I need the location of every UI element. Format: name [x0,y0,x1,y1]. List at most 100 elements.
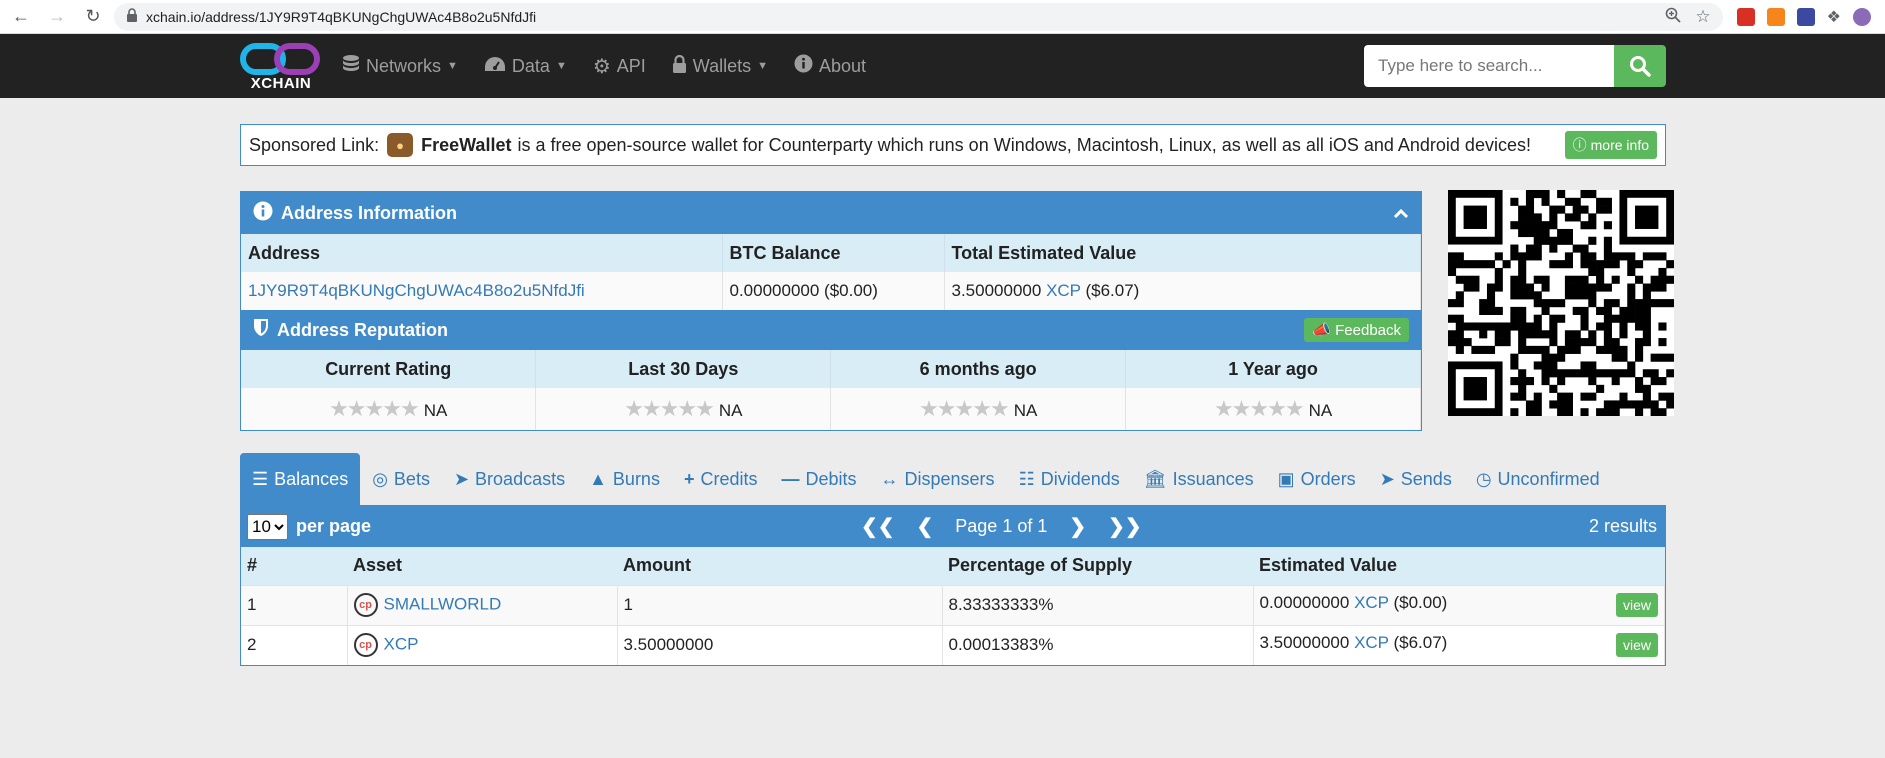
reload-icon[interactable]: ↻ [78,3,108,31]
address-info-header[interactable]: Address Information [241,192,1421,234]
zoom-icon[interactable] [1665,7,1682,26]
xchain-logo[interactable]: XCHAIN [240,41,322,92]
total-value-amount: 3.50000000 [951,281,1042,300]
rating-value: NA [718,401,743,420]
bullhorn-icon: 📣 [1312,322,1331,339]
nav-about-label: About [819,55,867,76]
counterparty-asset-icon: cp [353,593,378,617]
sponsored-prefix: Sponsored Link: [249,134,380,155]
puzzle-extensions-icon[interactable]: ❖ [1827,7,1841,27]
row-amount: 1 [617,584,943,625]
arrows-h-icon: ↔ [880,468,899,489]
address-tabs: ☰ Balances ◎ Bets ➤ Broadcasts ▲ Burns + Cred… [240,453,1666,505]
col-total-value: Total Estimated Value [944,234,1421,272]
nav-data[interactable]: Data ▼ [484,55,567,78]
nav-about[interactable]: About [794,54,866,78]
nav-wallets-label: Wallets [692,55,752,76]
nav-networks[interactable]: Networks ▼ [342,54,458,79]
xcp-link[interactable]: XCP [1046,281,1081,300]
tab-label: Bets [393,468,430,489]
tab-unconfirmed[interactable]: ◷ Unconfirmed [1464,453,1612,505]
brand-text: XCHAIN [250,74,312,92]
pdf-extension-icon[interactable] [1736,7,1755,26]
address-link[interactable]: 1JY9R9T4qBKUNgChgUWAc4B8o2u5NfdJfi [248,281,585,300]
book-icon: ▣ [1277,468,1295,489]
feedback-button[interactable]: 📣 Feedback [1304,318,1409,342]
reputation-table: Current Rating Last 30 Days 6 months ago… [241,350,1421,430]
back-icon[interactable]: ← [6,3,36,31]
address-info-panel: Address Information Address BTC Balance … [240,191,1422,431]
minus-icon: — [781,468,800,489]
balances-table: # Asset Amount Percentage of Supply Esti… [241,547,1665,665]
address-bar[interactable]: xchain.io/address/1JY9R9T4qBKUNgChgUWAc4… [114,2,1723,31]
est-usd: ($0.00) [1393,593,1448,612]
more-info-button[interactable]: ⓘ more info [1564,131,1657,159]
extension-icon[interactable] [1796,7,1815,26]
row-asset: cp XCP [347,624,618,665]
tab-dispensers[interactable]: ↔ Dispensers [869,453,1007,505]
chevron-up-icon[interactable] [1393,203,1409,224]
prev-page-icon[interactable]: ❮ [917,514,934,539]
database-icon [342,54,360,79]
nav-data-label: Data [511,55,550,76]
est-amount: 0.00000000 [1259,593,1350,612]
per-page-label: per page [296,516,372,536]
lock-icon [672,54,687,78]
metamask-extension-icon[interactable] [1766,7,1785,26]
qr-code-icon [1448,190,1675,417]
search-input[interactable] [1364,45,1614,87]
row-pct: 0.00013383% [942,624,1254,665]
tab-label: Orders [1300,468,1356,489]
tab-burns[interactable]: ▲ Burns [577,453,672,505]
btc-balance-value: 0.00000000 ($0.00) [722,272,945,310]
search-form [1364,45,1666,87]
tab-broadcasts[interactable]: ➤ Broadcasts [442,453,577,505]
sponsored-name[interactable]: FreeWallet [421,135,511,156]
profile-avatar[interactable] [1853,7,1871,26]
xcp-link[interactable]: XCP [1354,593,1389,612]
est-usd: ($6.07) [1393,633,1448,653]
balances-toolbar: 10 per page ❮❮ ❮ Page 1 of 1 ❯ ❯❯ 2 resu… [241,506,1665,547]
tab-credits[interactable]: + Credits [672,453,770,505]
table-row: 2 cp XCP 3.50000000 0.00013383% 3.5000000… [241,624,1665,665]
per-page-control: 10 per page [247,513,372,540]
nav-api-label: API [616,55,646,76]
url-text: xchain.io/address/1JY9R9T4qBKUNgChgUWAc4… [146,8,537,25]
last-page-icon[interactable]: ❯❯ [1108,514,1142,539]
tab-bets[interactable]: ◎ Bets [360,453,442,505]
counterparty-asset-icon: cp [353,633,378,658]
address-info-table: Address BTC Balance Total Estimated Valu… [241,234,1421,310]
forward-icon[interactable]: → [42,3,72,31]
tab-balances[interactable]: ☰ Balances [240,453,361,505]
freewallet-logo-icon: ● [387,133,414,157]
tab-debits[interactable]: — Debits [769,453,868,505]
view-button[interactable]: view [1615,593,1658,617]
asset-link[interactable]: SMALLWORLD [384,594,502,613]
xcp-link[interactable]: XCP [1354,633,1389,652]
per-page-select[interactable]: 10 [247,513,288,540]
nav-wallets[interactable]: Wallets ▼ [672,54,768,78]
tab-label: Credits [700,468,758,489]
results-count: 2 results [1588,516,1657,536]
tab-label: Debits [805,468,857,489]
star-rating-icon: ★★★★★ [624,396,715,421]
view-button[interactable]: view [1615,633,1658,658]
tab-dividends[interactable]: ☷ Dividends [1007,453,1132,505]
asset-link[interactable]: XCP [384,635,419,654]
tab-orders[interactable]: ▣ Orders [1266,453,1368,505]
col-address: Address [241,234,723,272]
balances-panel: 10 per page ❮❮ ❮ Page 1 of 1 ❯ ❯❯ 2 resu… [240,505,1666,666]
first-page-icon[interactable]: ❮❮ [861,514,895,539]
star-bookmark-icon[interactable]: ☆ [1695,7,1710,27]
col-asset: Asset [347,547,617,585]
next-page-icon[interactable]: ❯ [1069,514,1086,539]
feedback-label: Feedback [1335,322,1401,339]
search-button[interactable] [1614,45,1666,87]
col-est-value: Estimated Value [1253,547,1665,585]
nav-api[interactable]: ⚙ API [593,54,646,79]
tab-issuances[interactable]: 🏛 Issuances [1132,453,1266,505]
rating-value: NA [1013,401,1038,420]
info-icon: ⓘ [1572,137,1587,153]
tab-sends[interactable]: ➤ Sends [1368,453,1464,505]
sitemap-icon: ☷ [1018,468,1035,489]
